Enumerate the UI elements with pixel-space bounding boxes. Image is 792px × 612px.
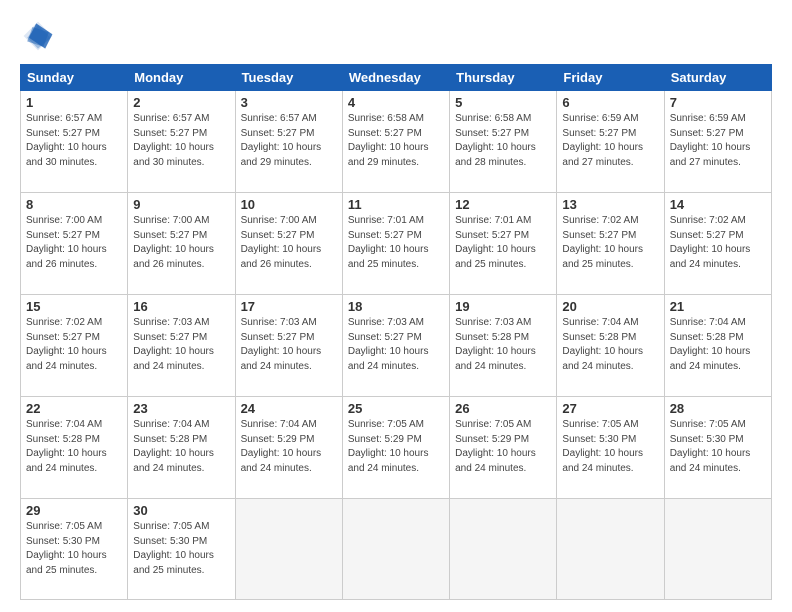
col-sunday: Sunday: [21, 65, 128, 91]
col-friday: Friday: [557, 65, 664, 91]
table-row: 30Sunrise: 7:05 AMSunset: 5:30 PMDayligh…: [128, 499, 235, 600]
table-row: 5Sunrise: 6:58 AMSunset: 5:27 PMDaylight…: [450, 91, 557, 193]
header: [20, 18, 772, 54]
table-row: 7Sunrise: 6:59 AMSunset: 5:27 PMDaylight…: [664, 91, 771, 193]
table-row: 14Sunrise: 7:02 AMSunset: 5:27 PMDayligh…: [664, 193, 771, 295]
col-wednesday: Wednesday: [342, 65, 449, 91]
table-row: 17Sunrise: 7:03 AMSunset: 5:27 PMDayligh…: [235, 295, 342, 397]
week-row-1: 1Sunrise: 6:57 AMSunset: 5:27 PMDaylight…: [21, 91, 772, 193]
table-row: 12Sunrise: 7:01 AMSunset: 5:27 PMDayligh…: [450, 193, 557, 295]
table-row: 28Sunrise: 7:05 AMSunset: 5:30 PMDayligh…: [664, 397, 771, 499]
table-row: 8Sunrise: 7:00 AMSunset: 5:27 PMDaylight…: [21, 193, 128, 295]
week-row-4: 22Sunrise: 7:04 AMSunset: 5:28 PMDayligh…: [21, 397, 772, 499]
col-tuesday: Tuesday: [235, 65, 342, 91]
table-row: 27Sunrise: 7:05 AMSunset: 5:30 PMDayligh…: [557, 397, 664, 499]
logo-icon: [20, 18, 56, 54]
week-row-3: 15Sunrise: 7:02 AMSunset: 5:27 PMDayligh…: [21, 295, 772, 397]
table-row: 19Sunrise: 7:03 AMSunset: 5:28 PMDayligh…: [450, 295, 557, 397]
table-row: 9Sunrise: 7:00 AMSunset: 5:27 PMDaylight…: [128, 193, 235, 295]
table-row: 10Sunrise: 7:00 AMSunset: 5:27 PMDayligh…: [235, 193, 342, 295]
table-row: [664, 499, 771, 600]
table-row: [235, 499, 342, 600]
table-row: 26Sunrise: 7:05 AMSunset: 5:29 PMDayligh…: [450, 397, 557, 499]
table-row: 2Sunrise: 6:57 AMSunset: 5:27 PMDaylight…: [128, 91, 235, 193]
table-row: [557, 499, 664, 600]
table-row: 13Sunrise: 7:02 AMSunset: 5:27 PMDayligh…: [557, 193, 664, 295]
table-row: 1Sunrise: 6:57 AMSunset: 5:27 PMDaylight…: [21, 91, 128, 193]
table-row: 22Sunrise: 7:04 AMSunset: 5:28 PMDayligh…: [21, 397, 128, 499]
table-row: 23Sunrise: 7:04 AMSunset: 5:28 PMDayligh…: [128, 397, 235, 499]
page: Sunday Monday Tuesday Wednesday Thursday…: [0, 0, 792, 612]
col-saturday: Saturday: [664, 65, 771, 91]
table-row: 20Sunrise: 7:04 AMSunset: 5:28 PMDayligh…: [557, 295, 664, 397]
table-row: 18Sunrise: 7:03 AMSunset: 5:27 PMDayligh…: [342, 295, 449, 397]
col-monday: Monday: [128, 65, 235, 91]
col-thursday: Thursday: [450, 65, 557, 91]
week-row-2: 8Sunrise: 7:00 AMSunset: 5:27 PMDaylight…: [21, 193, 772, 295]
week-row-5: 29Sunrise: 7:05 AMSunset: 5:30 PMDayligh…: [21, 499, 772, 600]
table-row: 24Sunrise: 7:04 AMSunset: 5:29 PMDayligh…: [235, 397, 342, 499]
table-row: 29Sunrise: 7:05 AMSunset: 5:30 PMDayligh…: [21, 499, 128, 600]
calendar-header-row: Sunday Monday Tuesday Wednesday Thursday…: [21, 65, 772, 91]
logo: [20, 18, 62, 54]
table-row: 4Sunrise: 6:58 AMSunset: 5:27 PMDaylight…: [342, 91, 449, 193]
table-row: 3Sunrise: 6:57 AMSunset: 5:27 PMDaylight…: [235, 91, 342, 193]
table-row: [450, 499, 557, 600]
table-row: 16Sunrise: 7:03 AMSunset: 5:27 PMDayligh…: [128, 295, 235, 397]
calendar-table: Sunday Monday Tuesday Wednesday Thursday…: [20, 64, 772, 600]
table-row: 25Sunrise: 7:05 AMSunset: 5:29 PMDayligh…: [342, 397, 449, 499]
table-row: [342, 499, 449, 600]
table-row: 11Sunrise: 7:01 AMSunset: 5:27 PMDayligh…: [342, 193, 449, 295]
table-row: 6Sunrise: 6:59 AMSunset: 5:27 PMDaylight…: [557, 91, 664, 193]
table-row: 21Sunrise: 7:04 AMSunset: 5:28 PMDayligh…: [664, 295, 771, 397]
table-row: 15Sunrise: 7:02 AMSunset: 5:27 PMDayligh…: [21, 295, 128, 397]
